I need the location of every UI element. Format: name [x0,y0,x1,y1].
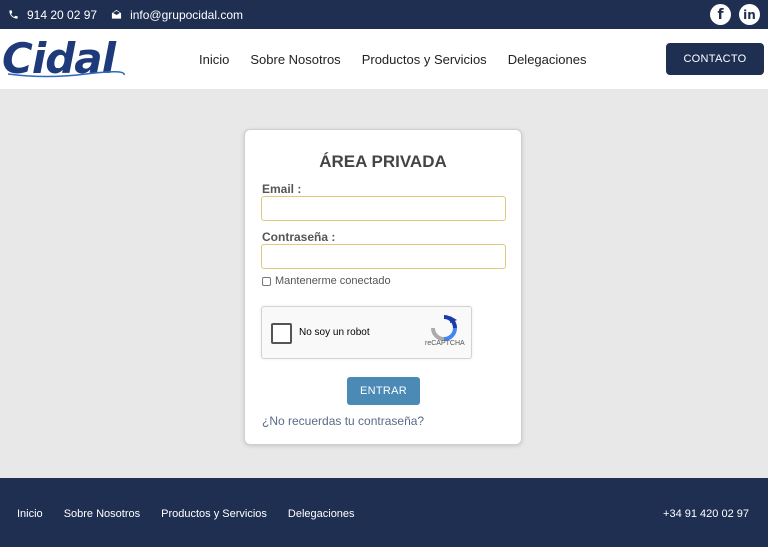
remember-checkbox[interactable] [262,276,271,286]
phone-number: 914 20 02 97 [27,7,98,22]
password-field[interactable] [261,244,506,269]
login-submit-button[interactable]: ENTRAR [347,377,420,405]
footer-nav-inicio[interactable]: Inicio [17,508,43,520]
nav-item-sobre-nosotros[interactable]: Sobre Nosotros [250,52,340,67]
email-field[interactable] [261,196,506,221]
envelope-icon [111,9,122,19]
login-title: ÁREA PRIVADA [319,152,447,171]
footer-nav-sobre-nosotros[interactable]: Sobre Nosotros [64,508,140,520]
recaptcha-logo-icon [431,315,457,341]
phone-icon [9,10,18,19]
contact-button[interactable]: CONTACTO [666,43,764,75]
email-contact[interactable]: info@grupocidal.com [111,8,243,22]
remember-label: Mantenerme conectado [275,275,391,287]
forgot-password-link[interactable]: ¿No recuerdas tu contraseña? [262,414,424,428]
footer-nav: Inicio Sobre Nosotros Productos y Servic… [17,508,355,520]
linkedin-icon[interactable]: in [739,4,760,25]
social-links: f in [710,4,760,25]
logo-swoosh-icon [7,71,125,78]
password-label: Contraseña : [262,230,336,244]
recaptcha-widget: No soy un robot reCAPTCHA [261,306,472,359]
site-footer: Inicio Sobre Nosotros Productos y Servic… [0,478,768,547]
email-address: info@grupocidal.com [130,7,243,22]
footer-nav-productos-servicios[interactable]: Productos y Servicios [161,508,267,520]
nav-item-inicio[interactable]: Inicio [199,52,229,67]
facebook-icon[interactable]: f [710,4,731,25]
recaptcha-checkbox[interactable] [271,323,292,344]
footer-nav-delegaciones[interactable]: Delegaciones [288,508,355,520]
recaptcha-brand: reCAPTCHA [425,340,465,347]
nav-item-delegaciones[interactable]: Delegaciones [508,52,587,67]
nav-item-productos-servicios[interactable]: Productos y Servicios [362,52,487,67]
cidal-logo[interactable]: Cidal [2,35,126,83]
top-contact-bar: 914 20 02 97 info@grupocidal.com f in [0,0,768,29]
recaptcha-label: No soy un robot [299,327,370,338]
footer-phone[interactable]: +34 91 420 02 97 [663,508,749,520]
site-header: Cidal Inicio Sobre Nosotros Productos y … [0,29,768,89]
phone-contact[interactable]: 914 20 02 97 [8,8,97,22]
login-card: ÁREA PRIVADA Email : Contraseña : Manten… [244,129,522,445]
remember-me[interactable]: Mantenerme conectado [262,275,391,287]
main-nav: Inicio Sobre Nosotros Productos y Servic… [199,29,586,89]
email-label: Email : [262,182,302,196]
